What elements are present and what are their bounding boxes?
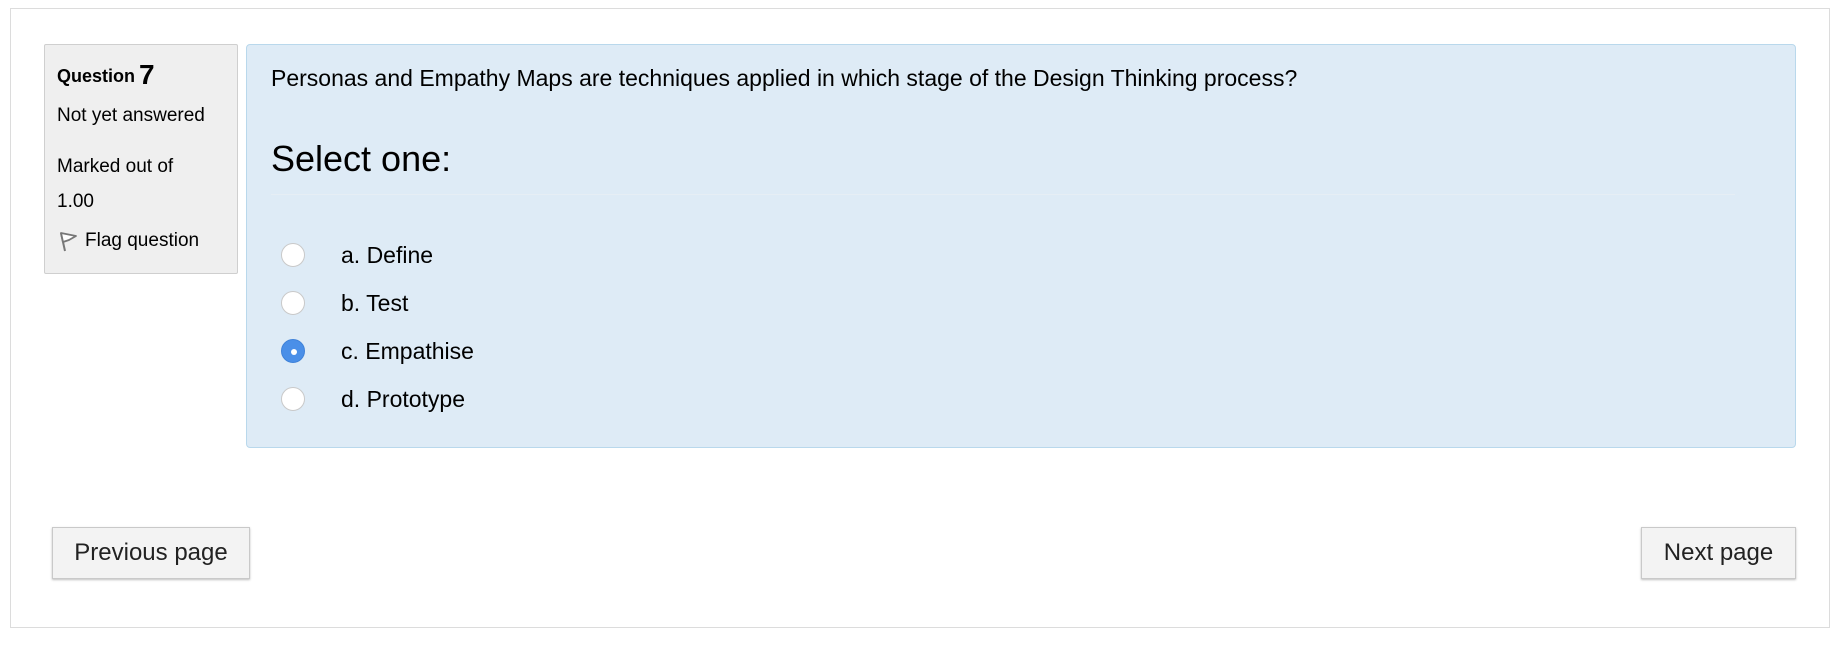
grade-label: Marked out of bbox=[57, 156, 174, 177]
question-number: Question 7 bbox=[57, 59, 225, 91]
next-page-button[interactable]: Next page bbox=[1641, 527, 1796, 579]
answer-list: a. Define b. Test c. Empathise d. Protot… bbox=[271, 231, 1771, 423]
answer-label[interactable]: b. Test bbox=[341, 290, 408, 317]
radio-button-selected[interactable] bbox=[281, 339, 305, 363]
flag-question-label: Flag question bbox=[85, 230, 200, 251]
flag-icon bbox=[60, 232, 77, 252]
answer-option-d[interactable]: d. Prototype bbox=[271, 375, 1771, 423]
question-number-value: 7 bbox=[139, 59, 155, 90]
answer-label[interactable]: d. Prototype bbox=[341, 386, 465, 413]
answer-option-a[interactable]: a. Define bbox=[271, 231, 1771, 279]
select-prompt: Select one: bbox=[271, 138, 1735, 195]
radio-button[interactable] bbox=[281, 243, 305, 267]
answer-option-c[interactable]: c. Empathise bbox=[271, 327, 1771, 375]
question-content: Personas and Empathy Maps are techniques… bbox=[246, 44, 1796, 448]
question-info-panel: Question 7 Not yet answered Marked out of… bbox=[44, 44, 238, 274]
answer-label[interactable]: c. Empathise bbox=[341, 338, 474, 365]
grade-value: 1.00 bbox=[57, 191, 94, 212]
question-grade: Marked out of 1.00 bbox=[57, 149, 225, 219]
question-state: Not yet answered bbox=[57, 105, 205, 126]
answer-label[interactable]: a. Define bbox=[341, 242, 433, 269]
question-text: Personas and Empathy Maps are techniques… bbox=[271, 65, 1298, 91]
radio-button[interactable] bbox=[281, 387, 305, 411]
answer-option-b[interactable]: b. Test bbox=[271, 279, 1771, 327]
question-label: Question bbox=[57, 66, 136, 86]
flag-question-link[interactable]: Flag question bbox=[57, 229, 225, 253]
previous-page-button[interactable]: Previous page bbox=[52, 527, 250, 579]
radio-button[interactable] bbox=[281, 291, 305, 315]
